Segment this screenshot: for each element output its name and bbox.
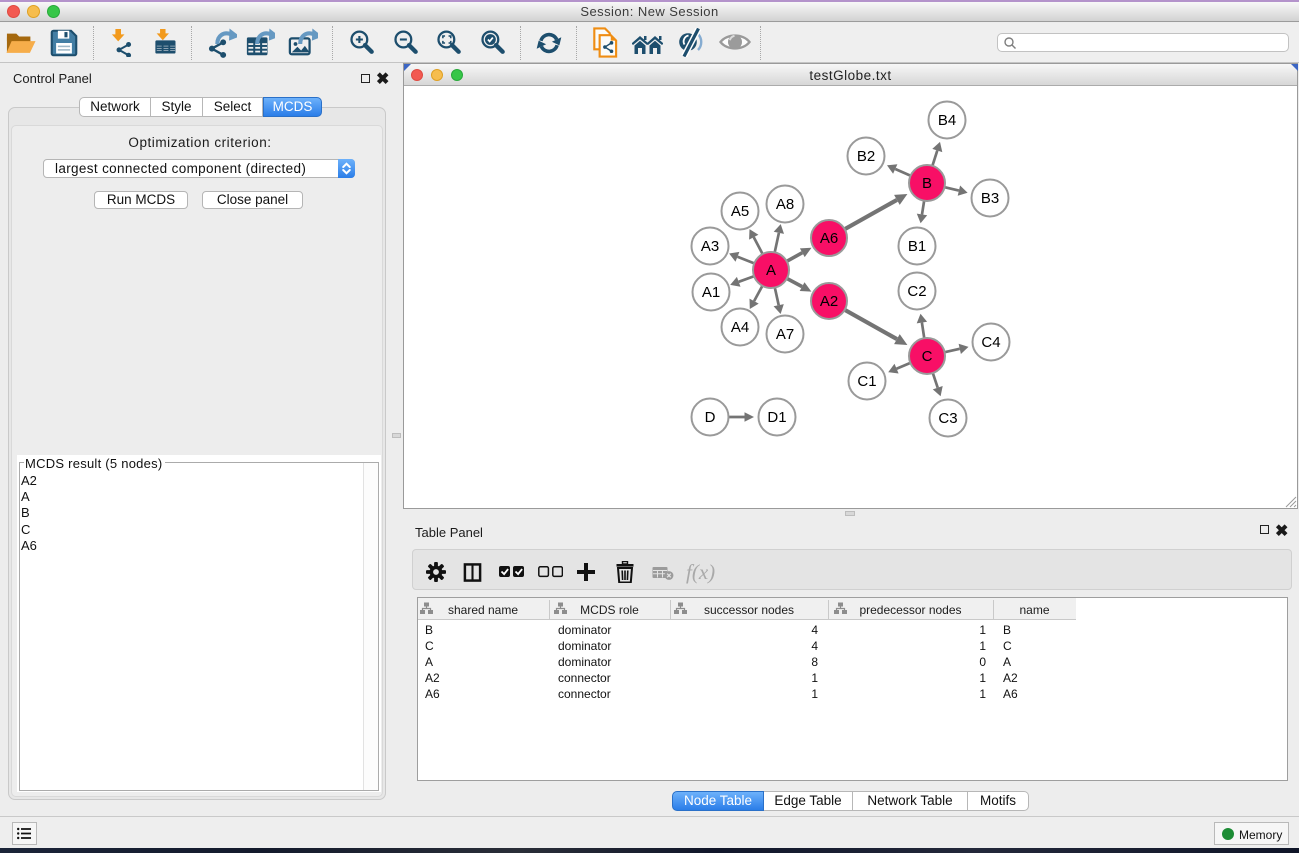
svg-text:C: C — [922, 348, 933, 365]
svg-text:A1: A1 — [702, 284, 720, 301]
svg-text:A6: A6 — [820, 230, 838, 247]
svg-text:B: B — [922, 175, 932, 192]
svg-text:A5: A5 — [731, 203, 749, 220]
svg-text:A3: A3 — [701, 238, 719, 255]
svg-text:A8: A8 — [776, 196, 794, 213]
svg-text:B3: B3 — [981, 190, 999, 207]
svg-text:D1: D1 — [767, 409, 786, 426]
svg-text:C1: C1 — [857, 373, 876, 390]
svg-text:B2: B2 — [857, 148, 875, 165]
svg-text:B4: B4 — [938, 112, 956, 129]
svg-text:A2: A2 — [820, 293, 838, 310]
svg-text:C3: C3 — [938, 410, 957, 427]
svg-text:A: A — [766, 262, 776, 279]
svg-text:B1: B1 — [908, 238, 926, 255]
svg-text:A4: A4 — [731, 319, 749, 336]
svg-text:A7: A7 — [776, 326, 794, 343]
svg-text:D: D — [705, 409, 716, 426]
svg-text:C4: C4 — [981, 334, 1000, 351]
svg-text:C2: C2 — [907, 283, 926, 300]
